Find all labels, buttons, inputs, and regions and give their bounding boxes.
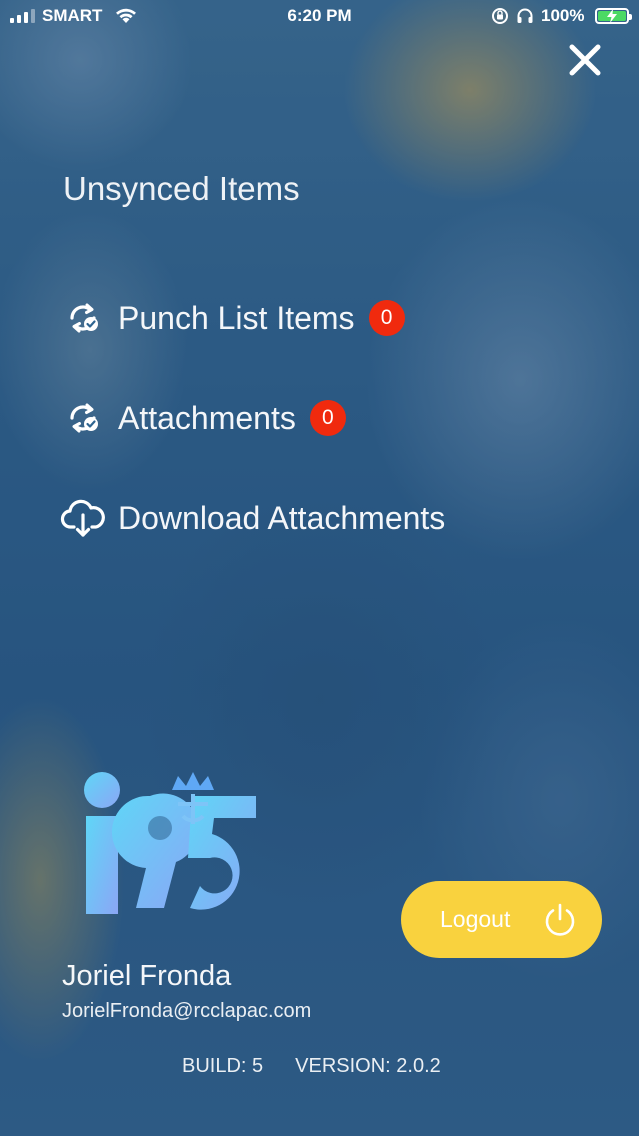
menu-item-download-attachments[interactable]: Download Attachments [60, 493, 445, 543]
status-bar: SMART 6:20 PM 100% [0, 0, 639, 32]
close-icon [569, 44, 601, 76]
version-number: VERSION: 2.0.2 [295, 1055, 441, 1077]
menu-item-attachments[interactable]: Attachments 0 [60, 393, 346, 443]
build-number: BUILD: 5 [182, 1055, 264, 1077]
unsynced-items-title: Unsynced Items [63, 170, 300, 207]
close-button[interactable] [566, 41, 604, 79]
rotation-lock-icon [491, 7, 509, 30]
i95-logo [80, 768, 265, 923]
user-email: JorielFronda@rcclapac.com [62, 1000, 312, 1022]
menu-item-label: Punch List Items [118, 299, 355, 336]
logout-button[interactable]: Logout [401, 881, 602, 958]
build-info: BUILD: 5 VERSION: 2.0.2 [182, 1055, 441, 1078]
headphones-icon [516, 7, 534, 30]
battery-percentage: 100% [541, 6, 585, 25]
user-name: Joriel Fronda [62, 960, 232, 992]
menu-item-label: Attachments [118, 399, 296, 436]
battery-icon [595, 8, 632, 24]
logout-label: Logout [440, 906, 511, 932]
cloud-download-icon [60, 495, 106, 541]
sync-check-icon [60, 295, 106, 341]
power-icon [542, 902, 578, 943]
count-badge: 0 [309, 400, 346, 436]
menu-item-label: Download Attachments [118, 499, 446, 536]
count-badge: 0 [368, 300, 405, 336]
sync-check-icon [60, 395, 106, 441]
menu-item-punch-list-items[interactable]: Punch List Items 0 [60, 293, 405, 343]
